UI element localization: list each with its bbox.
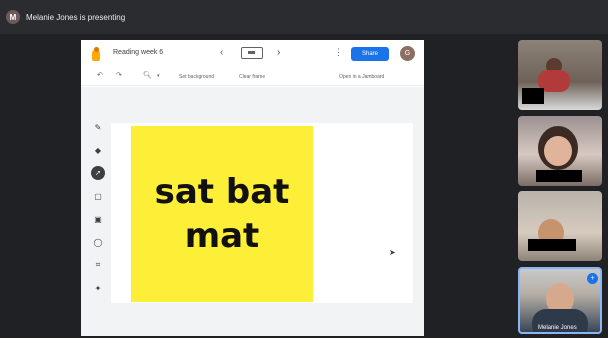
shared-screen: Reading week 6 ‹ › ⋮ Share G ↶ ↷ 🔍︎ ▾ Se…: [81, 40, 424, 336]
select-tool-icon[interactable]: ➚: [87, 166, 109, 180]
jamboard-logo-icon: [90, 47, 102, 61]
participant-name: Melanie Jones: [538, 325, 577, 331]
participant-tile-4[interactable]: + Melanie Jones: [518, 267, 602, 334]
redaction-box: [522, 88, 544, 104]
share-button[interactable]: Share: [351, 47, 389, 61]
undo-icon[interactable]: ↶: [97, 71, 103, 79]
mouse-cursor-icon: ➤: [389, 248, 396, 257]
zoom-icon[interactable]: 🔍︎: [143, 71, 152, 79]
clear-frame-button[interactable]: Clear frame: [239, 74, 265, 80]
open-in-jamboard-button[interactable]: Open in a Jamboard: [339, 74, 384, 80]
more-options-icon[interactable]: ⋮: [334, 47, 343, 58]
presenting-banner: M Melanie Jones is presenting: [0, 0, 608, 34]
sticky-note-line-1: sat bat: [154, 172, 290, 212]
participant-tile-3[interactable]: [518, 191, 602, 261]
image-icon[interactable]: ▣: [87, 212, 109, 226]
prev-frame-icon[interactable]: ‹: [220, 47, 223, 58]
presenter-avatar: M: [6, 10, 20, 24]
pen-icon[interactable]: ✎: [87, 120, 109, 134]
presenting-text: Melanie Jones is presenting: [26, 12, 126, 22]
share-button-label: Share: [361, 51, 378, 57]
sticky-note-icon[interactable]: ▢: [87, 189, 109, 203]
zoom-dropdown-icon[interactable]: ▾: [157, 73, 160, 79]
circle-icon[interactable]: ◯: [87, 235, 109, 249]
participant-tile-2[interactable]: [518, 116, 602, 186]
sticky-note-line-2: mat: [184, 216, 260, 256]
jam-title[interactable]: Reading week 6: [113, 49, 163, 56]
redaction-box: [536, 170, 582, 182]
participant-tile-1[interactable]: [518, 40, 602, 110]
participant-face: [544, 136, 572, 166]
eraser-icon[interactable]: ◆: [87, 143, 109, 157]
add-icon[interactable]: +: [587, 273, 598, 284]
laser-icon[interactable]: ✦: [87, 281, 109, 295]
redo-icon[interactable]: ↷: [116, 71, 122, 79]
set-background-button[interactable]: Set background: [179, 74, 214, 80]
frame-bar-icon[interactable]: [241, 47, 263, 59]
redaction-box: [528, 239, 576, 251]
text-box-icon[interactable]: ⌗: [87, 258, 109, 272]
sticky-note[interactable]: sat bat mat: [131, 126, 313, 302]
next-frame-icon[interactable]: ›: [277, 47, 280, 58]
tools-sidebar: ✎ ◆ ➚ ▢ ▣ ◯ ⌗ ✦: [87, 120, 109, 310]
user-avatar[interactable]: G: [400, 46, 415, 61]
